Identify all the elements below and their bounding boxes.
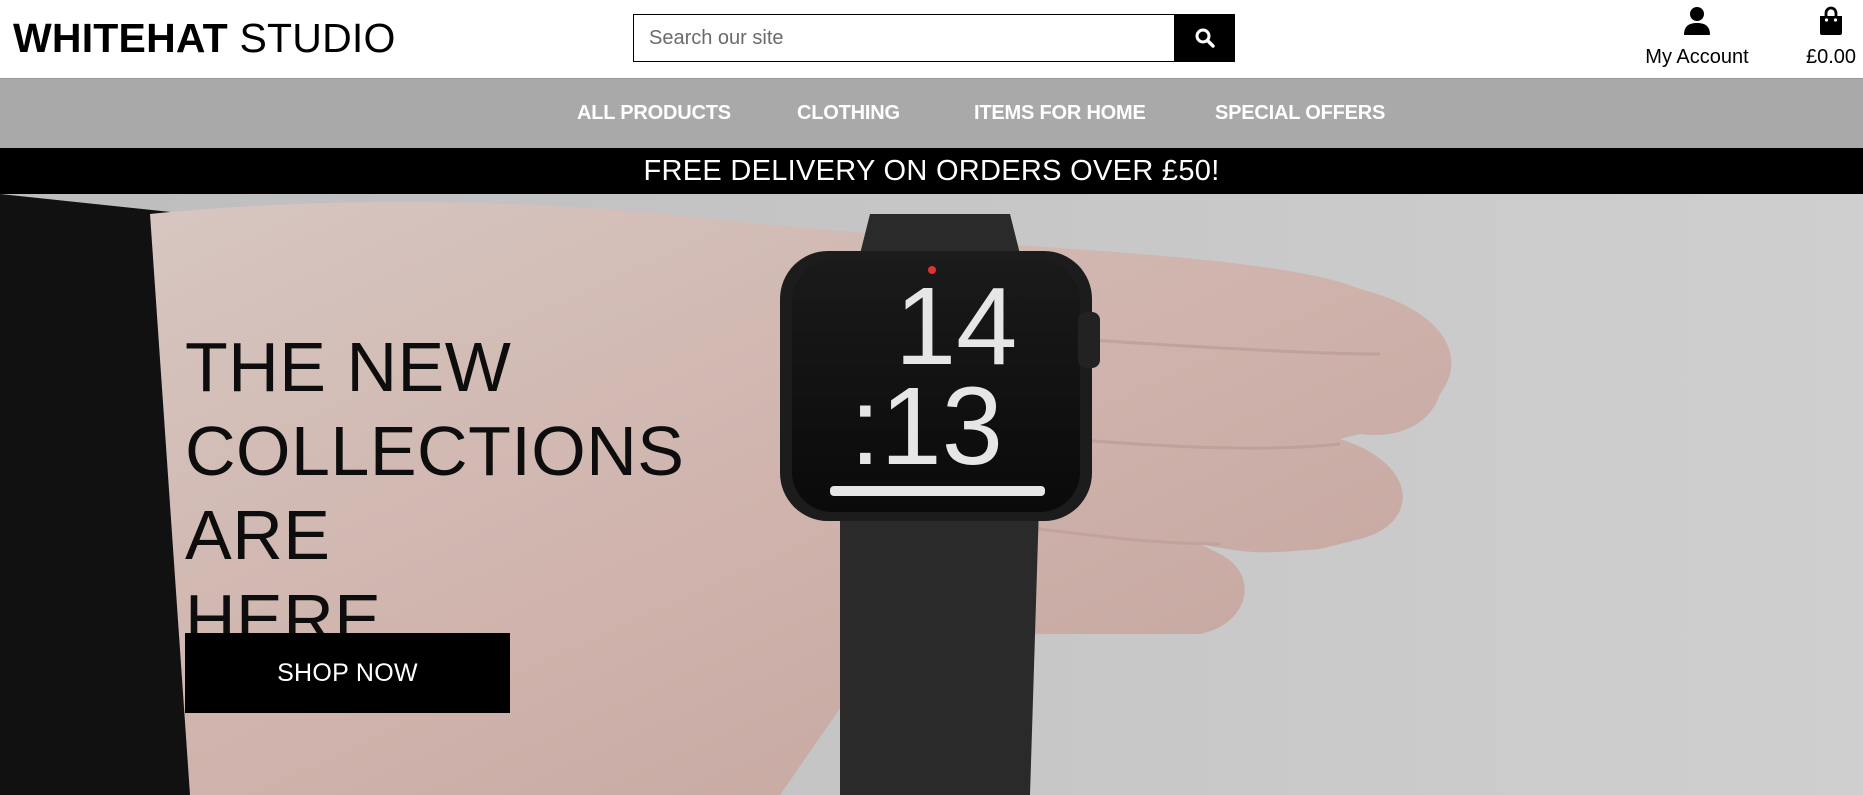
bag-total: £0.00 bbox=[1805, 46, 1857, 68]
shopping-bag-link[interactable]: £0.00 bbox=[1800, 6, 1862, 69]
watch-minutes: :13 bbox=[850, 365, 1003, 488]
hero-heading-line: COLLECTIONS ARE bbox=[185, 412, 685, 574]
nav-item-items-for-home[interactable]: ITEMS FOR HOME bbox=[974, 102, 1146, 125]
search-input[interactable] bbox=[633, 14, 1174, 62]
nav-item-clothing[interactable]: CLOTHING bbox=[797, 102, 900, 125]
nav-item-all-products[interactable]: ALL PRODUCTS bbox=[577, 102, 731, 125]
brand-name-bold: WHITEHAT bbox=[13, 15, 228, 61]
search-icon bbox=[1195, 28, 1215, 48]
nav-item-special-offers[interactable]: SPECIAL OFFERS bbox=[1215, 102, 1385, 125]
hero-heading-line: THE NEW bbox=[185, 328, 512, 406]
site-header: WHITEHAT STUDIO My Account £0.00 bbox=[0, 0, 1863, 78]
shopping-bag-icon bbox=[1820, 6, 1842, 35]
search-button[interactable] bbox=[1174, 14, 1235, 62]
hero-heading: THE NEW COLLECTIONS ARE HERE bbox=[185, 325, 825, 661]
hero-section: 14 :13 THE NEW COLLECTIONS ARE HERE SHOP… bbox=[0, 194, 1863, 795]
my-account-link[interactable]: My Account bbox=[1640, 6, 1754, 69]
search-form bbox=[633, 14, 1235, 62]
shop-now-button[interactable]: SHOP NOW bbox=[185, 633, 510, 713]
my-account-label: My Account bbox=[1645, 46, 1749, 68]
delivery-banner: FREE DELIVERY ON ORDERS OVER £50! bbox=[0, 148, 1863, 194]
brand-name-light: STUDIO bbox=[239, 15, 396, 61]
brand-logo[interactable]: WHITEHAT STUDIO bbox=[13, 14, 396, 62]
main-navigation: ALL PRODUCTS CLOTHING ITEMS FOR HOME SPE… bbox=[0, 78, 1863, 148]
user-icon bbox=[1684, 7, 1710, 35]
